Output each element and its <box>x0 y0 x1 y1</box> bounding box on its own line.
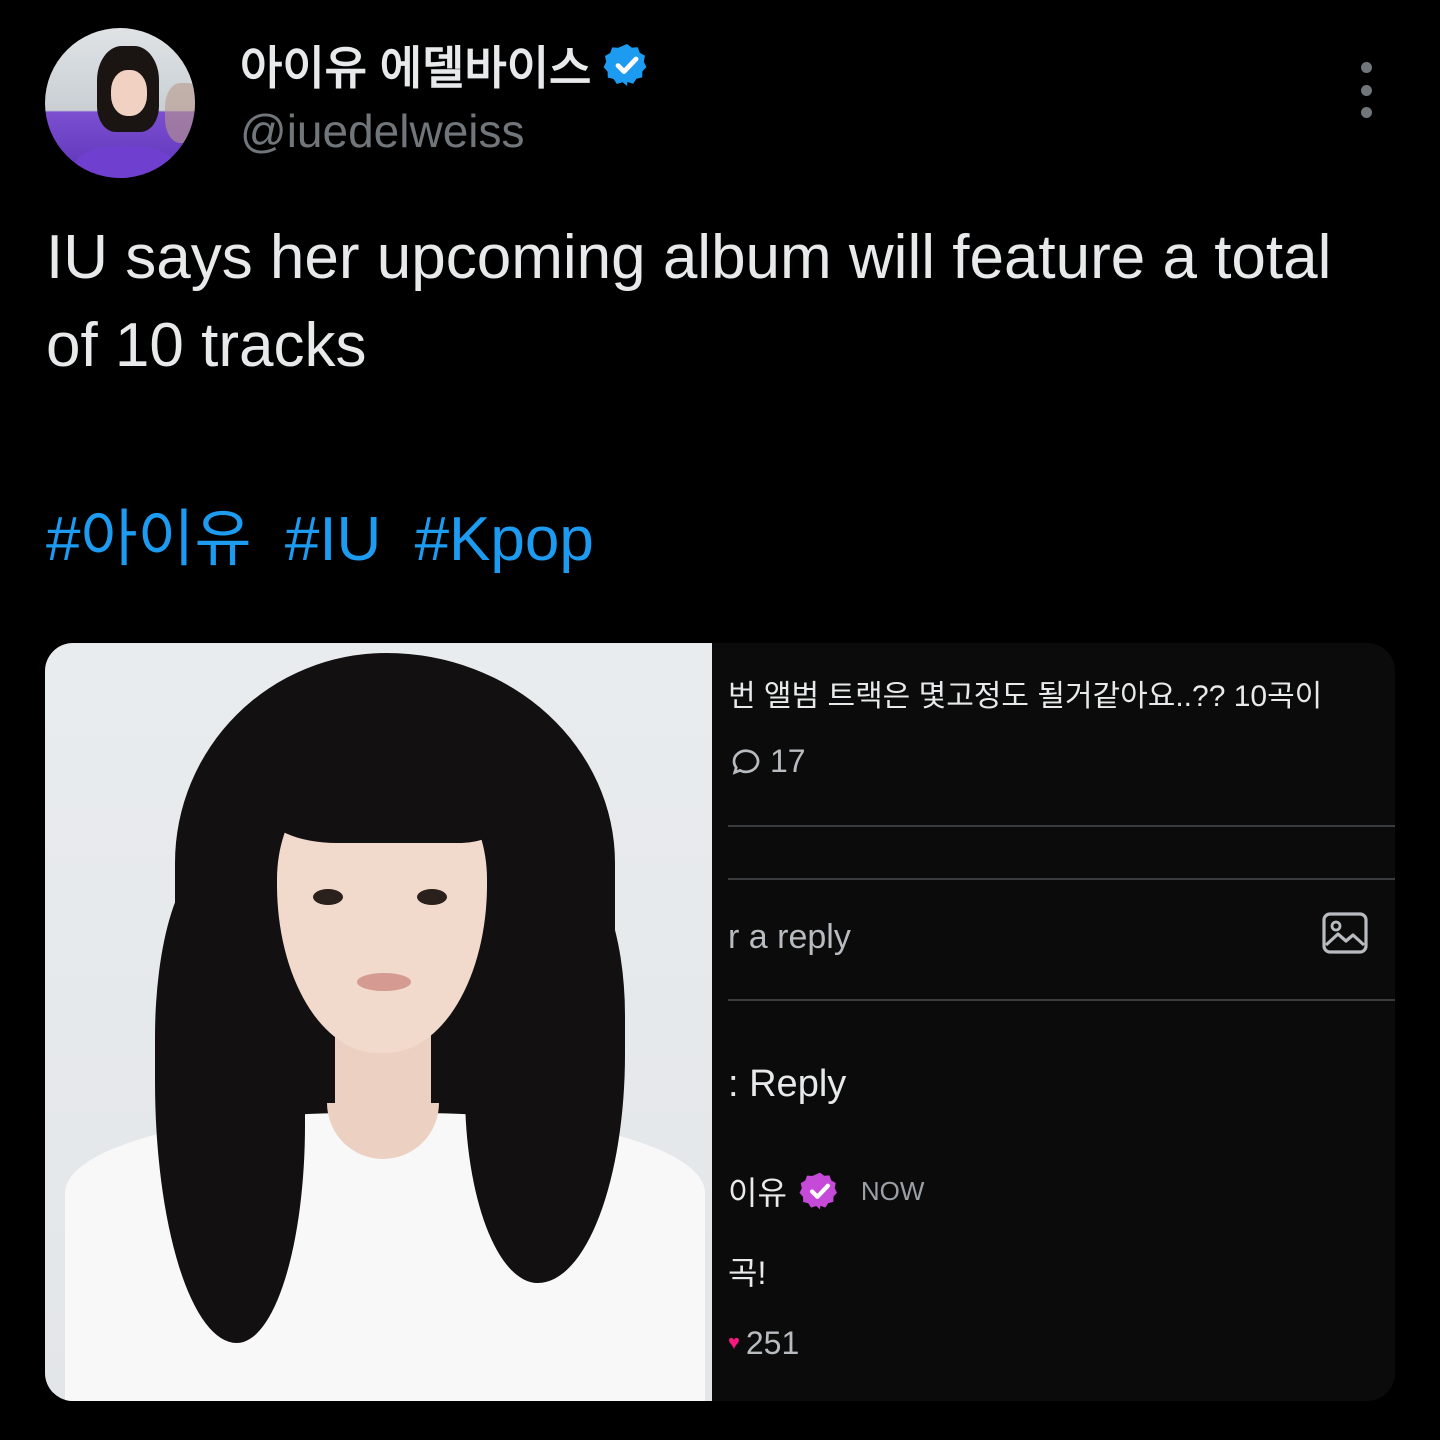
photo-lips <box>357 973 411 991</box>
display-name-row[interactable]: 아이유 에델바이스 <box>240 32 651 98</box>
embedded-like-row: ♥ 251 <box>728 1325 799 1362</box>
avatar-background-person <box>165 83 195 143</box>
embedded-author-name: 이유 <box>728 1175 787 1211</box>
photo-eye-left <box>313 889 343 905</box>
avatar-shirt <box>75 146 175 178</box>
media-embedded-screenshot[interactable]: 번 앨범 트랙은 몇고정도 될거같아요..?? 10곡이 17 r a repl… <box>728 643 1395 1401</box>
embedded-reply-button: : Reply <box>728 1063 847 1105</box>
hashtag-kpop[interactable]: #Kpop <box>415 505 594 574</box>
embedded-author-row: 이유 NOW <box>728 1168 924 1214</box>
embedded-like-count: 251 <box>745 1325 800 1361</box>
photo-eye-right <box>417 889 447 905</box>
verified-badge-icon <box>799 1172 837 1210</box>
embedded-divider <box>728 825 1395 827</box>
media-photo[interactable] <box>45 643 712 1401</box>
embedded-comment-count: 17 <box>770 743 806 779</box>
display-name[interactable]: 아이유 에델바이스 <box>240 32 591 98</box>
image-icon <box>1322 912 1368 954</box>
verified-badge-icon <box>603 44 647 86</box>
embedded-reply-input: r a reply <box>728 918 851 956</box>
embedded-divider <box>728 878 1395 880</box>
comment-bubble-icon <box>732 749 760 775</box>
hashtag-iu[interactable]: #IU <box>285 505 381 574</box>
embedded-timestamp: NOW <box>860 1175 925 1206</box>
tweet-media[interactable]: 번 앨범 트랙은 몇고정도 될거같아요..?? 10곡이 17 r a repl… <box>45 643 1395 1401</box>
more-dot <box>1360 107 1372 118</box>
more-dot <box>1360 62 1372 73</box>
avatar-face <box>111 70 147 116</box>
hashtag-iu-korean[interactable]: #아이유 <box>46 505 252 574</box>
avatar[interactable] <box>45 28 195 178</box>
tweet-page: 아이유 에델바이스 @iuedelweiss IU says her upcom… <box>0 0 1440 1440</box>
user-handle[interactable]: @iuedelweiss <box>240 104 525 158</box>
heart-icon: ♥ <box>728 1332 740 1354</box>
more-vertical-icon[interactable] <box>1354 62 1378 118</box>
embedded-comment-count-row: 17 <box>728 743 806 780</box>
embedded-answer: 곡! <box>728 1255 767 1291</box>
hashtag-list: #아이유 #IU #Kpop <box>46 488 610 578</box>
tweet-text: IU says her upcoming album will feature … <box>46 223 1349 380</box>
embedded-divider <box>728 999 1395 1001</box>
photo-fringe <box>265 733 505 843</box>
embedded-question: 번 앨범 트랙은 몇고정도 될거같아요..?? 10곡이 <box>728 680 1323 713</box>
more-dot <box>1360 84 1372 96</box>
